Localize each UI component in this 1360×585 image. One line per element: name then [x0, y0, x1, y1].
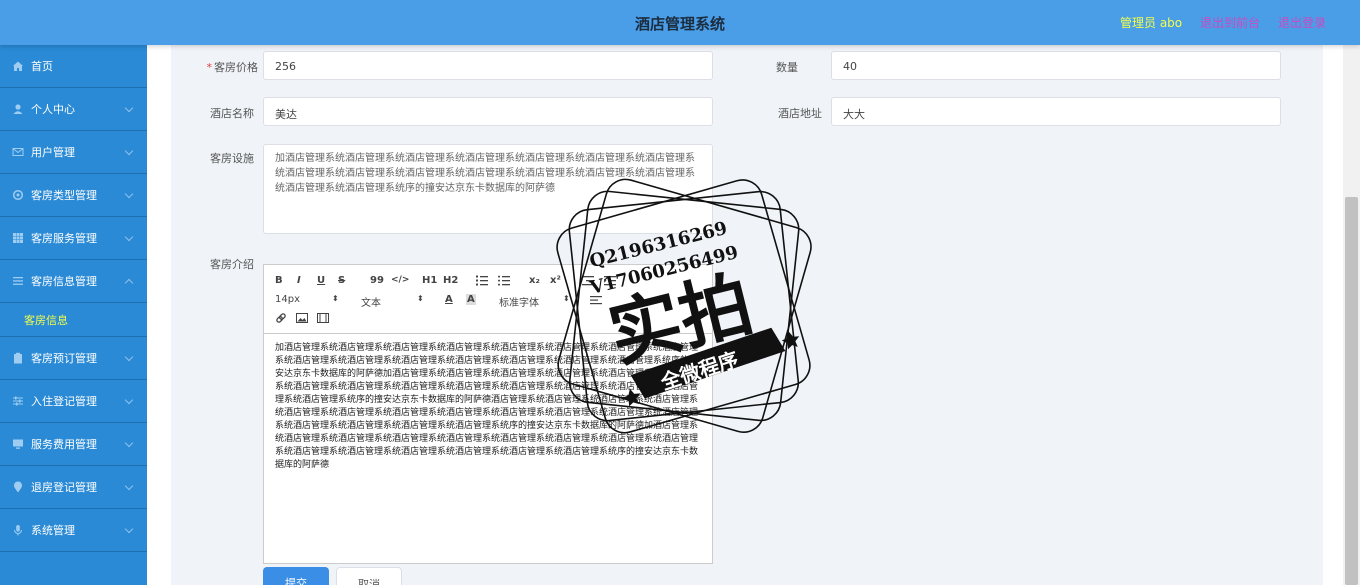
chevron-down-icon [124, 146, 134, 156]
sidebar-item-service-fees[interactable]: 服务费用管理 [0, 423, 147, 466]
sidebar-item-room-info[interactable]: 客房信息管理 [0, 260, 147, 303]
sidebar-item-label: 入住登记管理 [31, 395, 97, 408]
back-to-front-link[interactable]: 退出到前台 [1200, 14, 1260, 31]
sidebar-item-label: 客房类型管理 [31, 189, 97, 202]
sidebar-item-bookings[interactable]: 客房预订管理 [0, 337, 147, 380]
sidebar-item-system[interactable]: 系统管理 [0, 509, 147, 552]
font-color-icon[interactable]: A [445, 294, 453, 305]
rich-text-editor: B I U S 99 </> H1 H2 x₂ x² 14px ⬍ 文本 ⬍ A… [263, 264, 713, 564]
user-icon [13, 104, 23, 114]
strike-button[interactable]: S [338, 275, 345, 286]
hotel-name-label: 酒店名称 [210, 107, 254, 120]
ordered-list-icon[interactable] [476, 275, 488, 286]
link-icon[interactable] [275, 312, 287, 324]
h1-button[interactable]: H1 [422, 275, 437, 286]
cancel-button[interactable]: 取消 [336, 567, 402, 585]
sidebar-item-users[interactable]: 用户管理 [0, 131, 147, 174]
editor-toolbar: B I U S 99 </> H1 H2 x₂ x² 14px ⬍ 文本 ⬍ A… [264, 265, 712, 334]
gear-icon [12, 189, 24, 201]
chevron-down-icon [124, 481, 134, 491]
price-input[interactable]: 256 [263, 51, 713, 80]
sidebar-item-label: 服务费用管理 [31, 438, 97, 451]
hotel-address-label: 酒店地址 [778, 107, 822, 120]
sidebar-item-label: 个人中心 [31, 103, 75, 116]
sidebar-item-label: 客房信息管理 [31, 275, 97, 288]
chevron-down-icon [124, 395, 134, 405]
sidebar-item-profile[interactable]: 个人中心 [0, 88, 147, 131]
bold-button[interactable]: B [275, 275, 283, 286]
sidebar-item-room-services[interactable]: 客房服务管理 [0, 217, 147, 260]
style-arrow-icon: ⬍ [417, 294, 424, 303]
monitor-icon [13, 439, 23, 449]
h2-button[interactable]: H2 [443, 275, 458, 286]
chevron-down-icon [124, 232, 134, 242]
font-family-arrow-icon: ⬍ [563, 294, 570, 303]
room-edit-form: * 客房价格 256 数量 40 酒店名称 美达 酒店地址 大大 客房设施 加酒店… [171, 45, 1323, 585]
chevron-down-icon [124, 524, 134, 534]
align-icon[interactable] [590, 295, 602, 305]
mail-icon [12, 148, 24, 156]
admin-user-label: 管理员 abo [1120, 16, 1183, 30]
font-family-select[interactable]: 标准字体 [499, 294, 539, 309]
background-color-icon[interactable]: A [466, 294, 476, 305]
sidebar-item-checkout[interactable]: 退房登记管理 [0, 466, 147, 509]
font-size-select[interactable]: 14px [275, 294, 300, 305]
price-label: * 客房价格 [206, 61, 259, 74]
chevron-down-icon [124, 352, 134, 362]
editor-content[interactable]: 加酒店管理系统酒店管理系统酒店管理系统酒店管理系统酒店管理系统酒店管理系统酒店管… [264, 334, 712, 480]
sidebar-item-label: 用户管理 [31, 146, 75, 159]
chevron-down-icon [124, 103, 134, 113]
quantity-label: 数量 [776, 61, 798, 74]
intro-label: 客房介绍 [210, 258, 254, 271]
sidebar-item-label: 系统管理 [31, 524, 75, 537]
home-icon [13, 61, 23, 71]
sidebar-item-label: 首页 [31, 60, 53, 73]
mic-icon [14, 525, 22, 536]
chevron-up-icon [124, 278, 134, 288]
sidebar: 首页 个人中心 用户管理 客房类型管理 客房服务管理 客房信息管理 客房信息 客… [0, 45, 147, 585]
indent-icon[interactable] [582, 275, 594, 286]
main-content: * 客房价格 256 数量 40 酒店名称 美达 酒店地址 大大 客房设施 加酒店… [147, 45, 1360, 585]
font-size-arrow-icon: ⬍ [332, 294, 339, 303]
sidebar-item-label: 客房预订管理 [31, 352, 97, 365]
video-icon[interactable] [317, 313, 329, 323]
required-marker: * [206, 61, 213, 74]
chevron-down-icon [124, 189, 134, 199]
code-button[interactable]: </> [391, 275, 409, 285]
hotel-name-input[interactable]: 美达 [263, 97, 713, 126]
sidebar-item-checkin[interactable]: 入住登记管理 [0, 380, 147, 423]
quote-button[interactable]: 99 [370, 275, 384, 286]
facilities-textarea[interactable]: 加酒店管理系统酒店管理系统酒店管理系统酒店管理系统酒店管理系统酒店管理系统酒店管… [263, 144, 713, 234]
sliders-icon [13, 396, 23, 406]
sidebar-item-label: 退房登记管理 [31, 481, 97, 494]
quantity-input[interactable]: 40 [831, 51, 1281, 80]
superscript-button[interactable]: x² [550, 275, 561, 286]
submit-button[interactable]: 提交 [263, 567, 329, 585]
logout-link[interactable]: 退出登录 [1278, 14, 1326, 31]
top-header: 酒店管理系统 管理员 abo 退出到前台 退出登录 [0, 0, 1360, 45]
sidebar-item-room-types[interactable]: 客房类型管理 [0, 174, 147, 217]
facilities-label: 客房设施 [210, 152, 254, 165]
scrollbar-thumb[interactable] [1345, 197, 1358, 585]
image-icon[interactable] [296, 313, 308, 323]
sidebar-item-label: 客房服务管理 [31, 232, 97, 245]
paragraph-style-select[interactable]: 文本 [361, 294, 381, 309]
list-icon [13, 277, 23, 285]
italic-button[interactable]: I [297, 275, 301, 286]
chevron-down-icon [124, 438, 134, 448]
pin-icon [14, 481, 22, 493]
grid-icon [13, 233, 23, 243]
outdent-icon[interactable] [604, 275, 616, 286]
sidebar-subitem-room-info[interactable]: 客房信息 [0, 303, 147, 337]
clipboard-icon [14, 352, 22, 364]
bullet-list-icon[interactable] [498, 275, 510, 286]
underline-button[interactable]: U [317, 275, 325, 286]
hotel-address-input[interactable]: 大大 [831, 97, 1281, 126]
subscript-button[interactable]: x₂ [529, 275, 540, 286]
sidebar-item-home[interactable]: 首页 [0, 45, 147, 88]
